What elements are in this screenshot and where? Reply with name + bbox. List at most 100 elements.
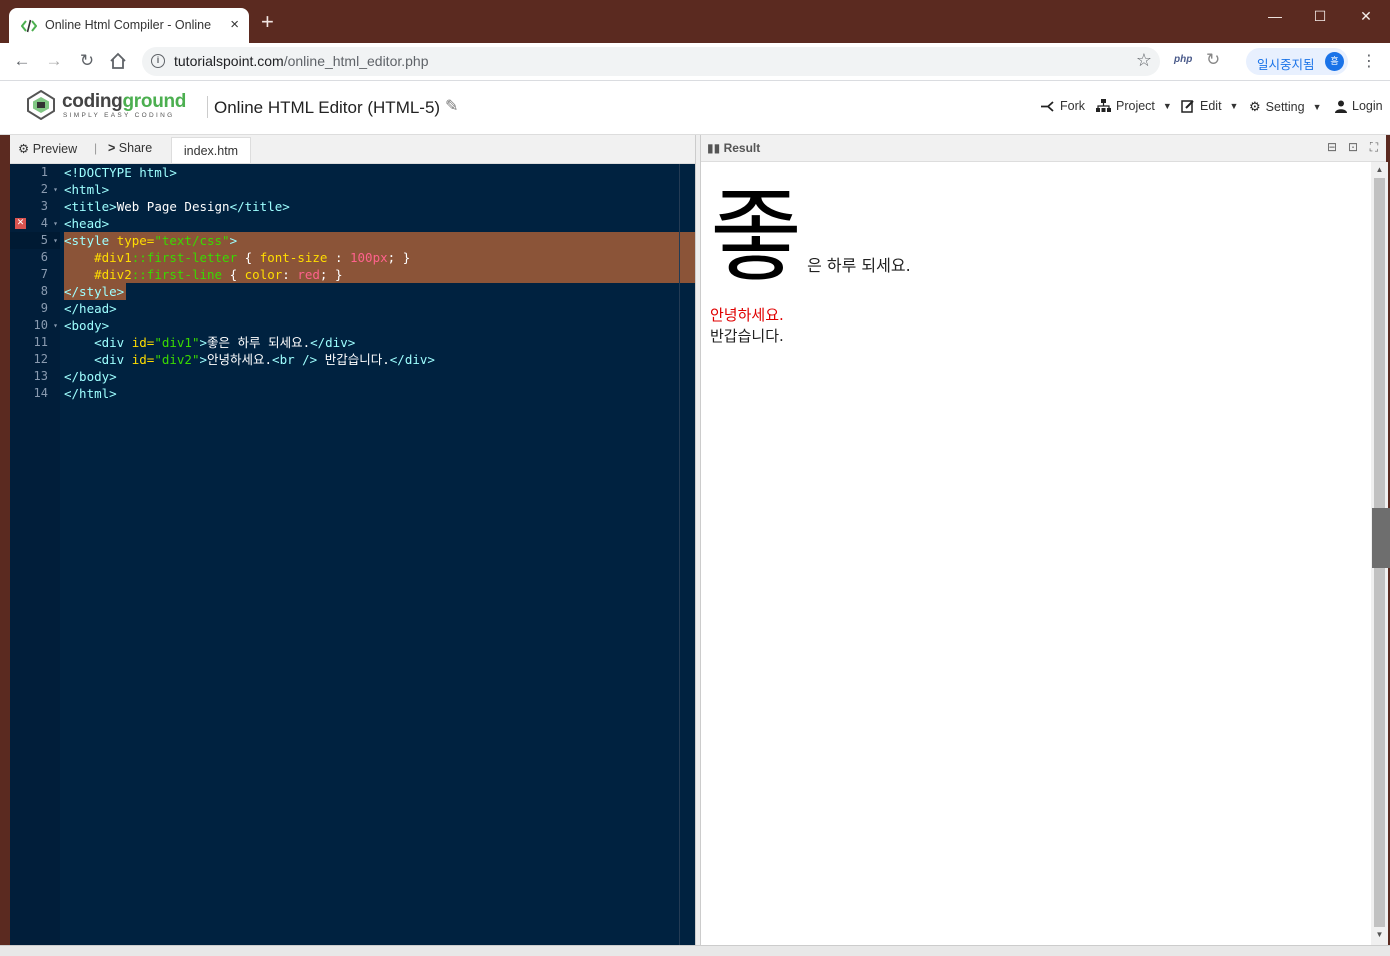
code-line: <!DOCTYPE html>: [64, 165, 177, 180]
code-line: </style>: [64, 284, 125, 299]
bottom-edge: [0, 945, 1390, 956]
url-omnibox[interactable]: i tutorialspoint.com/online_html_editor.…: [142, 47, 1160, 76]
caret-down-icon: ▼: [1229, 101, 1239, 111]
maximize-button[interactable]: ☐: [1310, 8, 1330, 24]
scroll-track[interactable]: [1372, 178, 1390, 927]
code-line: </head>: [64, 301, 117, 316]
preview-button[interactable]: ⚙ Preview: [18, 141, 77, 156]
new-tab-button[interactable]: +: [261, 11, 274, 33]
code-line: <div id="div1">좋은 하루 되세요.</div>: [94, 335, 356, 350]
result-preview: 좋 은 하루 되세요. 안녕하세요. 반갑습니다.: [701, 162, 1371, 945]
line-number: 11: [33, 335, 48, 349]
result-div1: 좋 은 하루 되세요.: [710, 182, 911, 292]
result-scrollbar[interactable]: ▲ ▼: [1371, 162, 1390, 945]
result-label: ▮▮ Result: [707, 141, 761, 155]
div2-first-line: 안녕하세요.: [710, 306, 784, 324]
tab-index-htm[interactable]: index.htm: [171, 137, 251, 163]
line-number: 1: [40, 165, 48, 179]
code-icon: [21, 19, 37, 33]
refresh-extension-icon[interactable]: ↻: [1206, 50, 1220, 70]
line-number: 5 ▾: [10, 232, 60, 249]
forward-arrow-icon[interactable]: →: [43, 51, 65, 71]
codingground-logo-icon[interactable]: [26, 90, 56, 120]
code-line: </html>: [64, 386, 117, 401]
div1-rest: 은 하루 되세요.: [807, 256, 911, 275]
home-icon[interactable]: [108, 52, 128, 70]
url-text[interactable]: tutorialspoint.com/online_html_editor.ph…: [174, 53, 429, 69]
fold-arrow-icon[interactable]: ▾: [53, 317, 58, 334]
address-bar: ← → ↻ i tutorialspoint.com/online_html_e…: [0, 43, 1390, 81]
code-line: #div2::first-line { color: red; }: [94, 267, 343, 282]
paused-label: 일시중지됨: [1257, 58, 1315, 72]
browser-tab[interactable]: Online Html Compiler - Online H ×: [9, 8, 249, 43]
project-menu[interactable]: Project ▼: [1096, 99, 1172, 113]
fork-menu[interactable]: Fork: [1040, 99, 1085, 113]
more-menu-icon[interactable]: ⋮: [1361, 51, 1377, 71]
scroll-down-icon[interactable]: ▼: [1374, 930, 1385, 939]
line-number: 9: [40, 301, 48, 315]
site-header: codingground SIMPLY EASY CODING Online H…: [0, 81, 1390, 135]
reload-icon[interactable]: ↻: [76, 51, 98, 71]
line-number: 13: [33, 369, 48, 383]
line-number: 12: [33, 352, 48, 366]
fold-arrow-icon[interactable]: ▾: [53, 181, 58, 198]
line-number-gutter: 1 2 ▾ 3 ✕ 4 ▾ 5 ▾ 6 7 8 9 10 ▾ 11 12 13 14: [10, 164, 60, 945]
tab-close-icon[interactable]: ×: [230, 16, 239, 34]
first-letter: 좋: [710, 178, 802, 295]
profile-paused-button[interactable]: 일시중지됨 흠: [1246, 48, 1348, 75]
line-number: 3: [40, 199, 48, 213]
code-line: <div id="div2">안녕하세요.<br /> 반갑습니다.</div>: [94, 352, 435, 367]
page-title: Online HTML Editor (HTML-5): [214, 98, 441, 117]
result-div2: 안녕하세요. 반갑습니다.: [710, 305, 784, 347]
gear-icon: ⚙: [1249, 99, 1261, 114]
gears-icon: ⚙: [18, 142, 30, 156]
toolbar-separator: |: [94, 141, 98, 155]
code-line: </body>: [64, 369, 117, 384]
tab-title: Online Html Compiler - Online H: [45, 18, 215, 32]
share-button[interactable]: > Share: [108, 141, 152, 155]
code-line: #div1::first-letter { font-size : 100px;…: [94, 250, 411, 265]
fork-icon: [1041, 100, 1054, 112]
line-number: 2 ▾: [40, 181, 58, 198]
sitemap-icon: [1096, 99, 1111, 112]
bar-chart-icon: ▮▮: [707, 141, 721, 155]
setting-menu[interactable]: ⚙ Setting ▼: [1249, 99, 1322, 115]
code-line: <body>: [64, 318, 110, 333]
code-line: <style type="text/css">: [64, 233, 238, 248]
edit-title-icon[interactable]: ✎: [445, 96, 458, 116]
div2-second-line: 반갑습니다.: [710, 327, 784, 345]
fold-arrow-icon[interactable]: ▾: [53, 232, 58, 249]
share-arrow-icon: >: [108, 141, 116, 155]
scroll-thumb[interactable]: [1372, 508, 1390, 568]
bookmark-star-icon[interactable]: ☆: [1136, 50, 1152, 71]
line-number: 10 ▾: [33, 317, 58, 334]
caret-down-icon: ▼: [1162, 101, 1172, 111]
fullscreen-icon[interactable]: ⛶: [1367, 140, 1381, 154]
code-editor[interactable]: 1 2 ▾ 3 ✕ 4 ▾ 5 ▾ 6 7 8 9 10 ▾ 11 12 13 14 <!…: [10, 164, 695, 945]
code-line: <html>: [64, 182, 110, 197]
scroll-up-icon[interactable]: ▲: [1374, 165, 1385, 174]
code-line: <head>: [64, 216, 110, 231]
result-toolbar: ▮▮ Result ⊟ ⊡ ⛶: [701, 135, 1386, 162]
minimize-button[interactable]: —: [1265, 8, 1285, 24]
close-window-button[interactable]: ✕: [1356, 8, 1376, 24]
logo-text[interactable]: codingground: [62, 91, 186, 113]
edit-menu[interactable]: Edit ▼: [1181, 99, 1238, 113]
compress-icon[interactable]: ⊡: [1346, 140, 1360, 154]
error-icon[interactable]: ✕: [15, 218, 26, 229]
print-margin: [679, 164, 680, 945]
collapse-icon[interactable]: ⊟: [1325, 140, 1339, 154]
caret-down-icon: ▼: [1312, 102, 1322, 112]
line-number: 6: [40, 250, 48, 264]
line-number: 7: [40, 267, 48, 281]
avatar: 흠: [1325, 52, 1344, 71]
editor-toolbar: ⚙ Preview | > Share index.htm: [10, 135, 695, 164]
logo-tagline: SIMPLY EASY CODING: [63, 112, 175, 119]
login-link[interactable]: Login: [1335, 99, 1383, 113]
info-icon[interactable]: i: [151, 54, 165, 68]
line-number: ✕ 4 ▾: [15, 215, 58, 232]
back-arrow-icon[interactable]: ←: [11, 51, 33, 71]
browser-title-bar: Online Html Compiler - Online H × + — ☐ …: [0, 0, 1390, 43]
php-extension-icon[interactable]: php: [1174, 54, 1192, 65]
fold-arrow-icon[interactable]: ▾: [53, 215, 58, 232]
